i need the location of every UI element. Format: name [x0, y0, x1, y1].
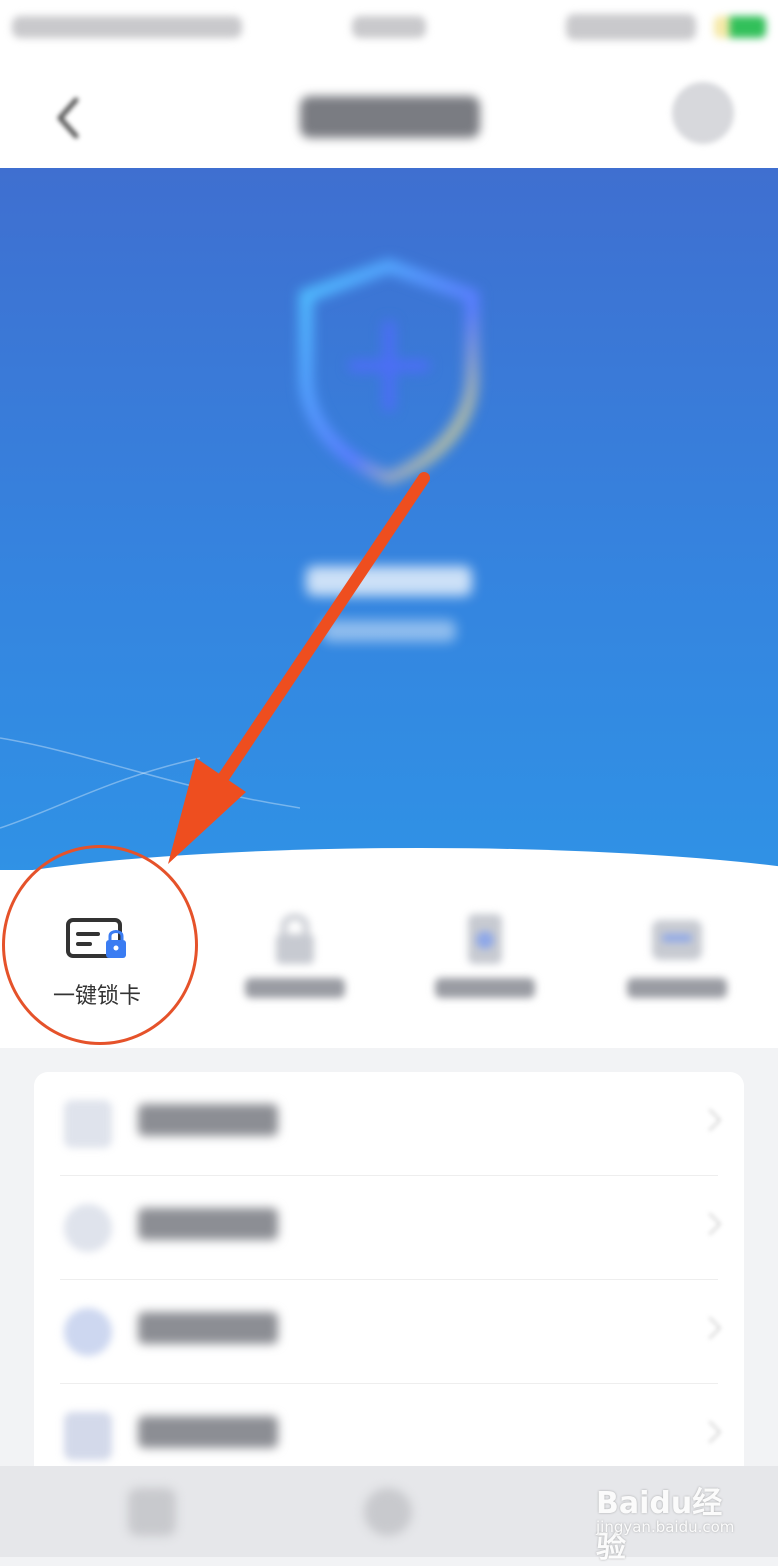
services-list	[34, 1072, 744, 1492]
watermark-url: jingyan.baidu.com	[596, 1518, 735, 1536]
security-banner	[0, 168, 778, 900]
chevron-right-icon	[698, 1108, 722, 1132]
chevron-right-icon	[698, 1212, 722, 1236]
lock-icon	[276, 914, 314, 964]
circle-icon	[64, 1308, 112, 1356]
carrier-signal-info	[12, 16, 242, 38]
chevron-right-icon	[698, 1316, 722, 1340]
back-button[interactable]	[40, 90, 96, 146]
quick-action-2[interactable]	[210, 900, 380, 1030]
phone-check-icon	[468, 914, 502, 964]
shield-icon	[294, 256, 484, 486]
status-bar	[0, 0, 778, 60]
list-item-label	[138, 1312, 288, 1348]
settings-button[interactable]	[672, 82, 734, 144]
quick-actions-row: 一键锁卡	[0, 870, 778, 1048]
list-item[interactable]	[34, 1072, 744, 1176]
status-right-indicators	[566, 14, 766, 40]
battery-icon	[714, 16, 766, 38]
chevron-right-icon	[698, 1420, 722, 1444]
wallet-icon	[652, 920, 702, 960]
nav-bar	[0, 60, 778, 168]
list-item[interactable]	[34, 1280, 744, 1384]
security-status-subtext	[322, 620, 456, 642]
lock-card-action[interactable]: 一键锁卡	[12, 900, 182, 1030]
list-item-label	[138, 1416, 288, 1452]
card-icon	[64, 1100, 112, 1148]
baidu-watermark: Baidu经验 jingyan.baidu.com	[596, 1474, 746, 1565]
lock-card-label: 一键锁卡	[52, 984, 141, 1009]
quick-action-2-label	[210, 978, 380, 1000]
security-status-text	[306, 566, 472, 596]
quick-action-3[interactable]	[400, 900, 570, 1030]
quick-action-3-label	[400, 978, 570, 998]
home-icon[interactable]	[364, 1488, 412, 1536]
calendar-icon	[64, 1412, 112, 1460]
decorative-lines	[0, 737, 300, 829]
chevron-left-icon	[57, 97, 79, 139]
list-item[interactable]	[34, 1176, 744, 1280]
quick-action-4-label	[592, 978, 762, 998]
status-clock	[352, 16, 426, 38]
menu-icon[interactable]	[128, 1488, 176, 1536]
circle-icon	[64, 1204, 112, 1252]
page-title	[300, 96, 480, 138]
list-item-label	[138, 1208, 288, 1244]
list-item-label	[138, 1104, 288, 1140]
card-lock-icon	[66, 918, 126, 958]
quick-action-4[interactable]	[592, 900, 762, 1030]
